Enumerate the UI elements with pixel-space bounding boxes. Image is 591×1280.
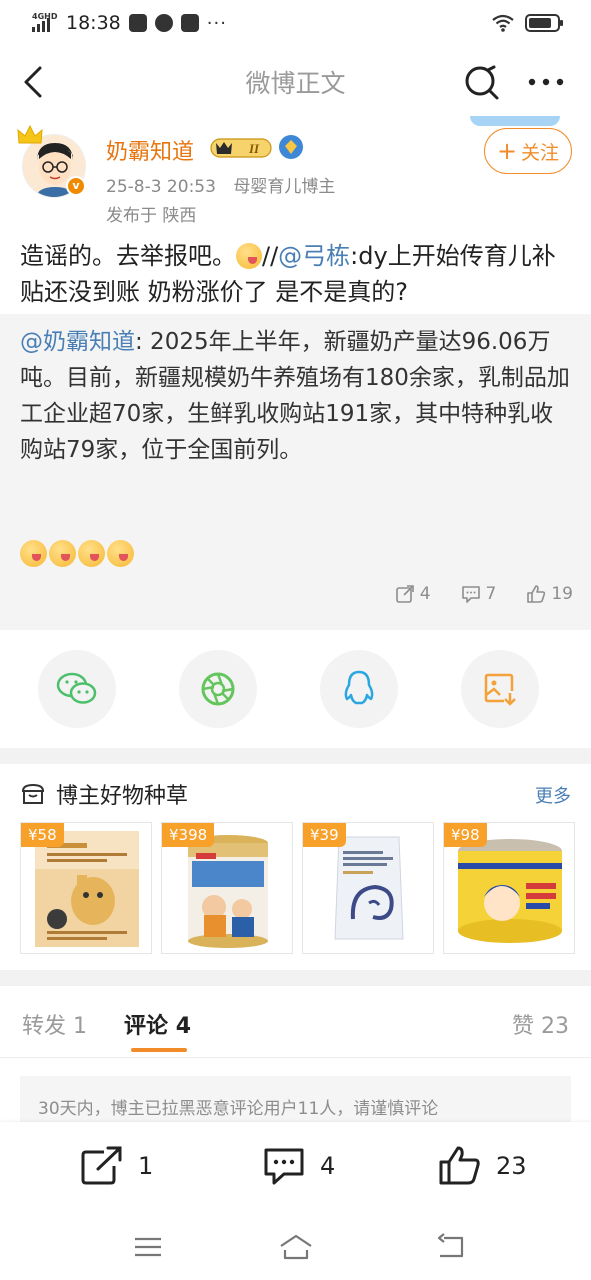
tab-likes[interactable]: 赞 23	[512, 1008, 569, 1040]
comment-tabs: 转发 1 评论 4 赞 23	[0, 986, 591, 1058]
video-notification-icon	[180, 14, 199, 32]
post-time: 25-8-3 20:53	[106, 177, 216, 197]
save-image-button[interactable]	[461, 650, 539, 728]
like-button[interactable]: 23	[438, 1146, 527, 1186]
quoted-post-text: @奶霸知道: 2025年上半年，新疆奶产量达96.06万吨。目前，新疆规模奶牛养…	[20, 329, 570, 463]
drool-emoji-icon	[20, 540, 47, 567]
quoted-comment-stat[interactable]: 7	[461, 584, 496, 604]
section-divider	[0, 970, 591, 986]
post-meta: 25-8-3 20:53 母婴育儿博主	[106, 172, 347, 197]
svg-text:II: II	[248, 141, 260, 156]
drool-emoji-icon	[107, 540, 134, 567]
app-notification-icon	[154, 14, 173, 32]
moments-icon	[201, 672, 235, 706]
quoted-share-stat[interactable]: 4	[395, 584, 431, 604]
quoted-post[interactable]: @奶霸知道: 2025年上半年，新疆奶产量达96.06万吨。目前，新疆规模奶牛养…	[0, 314, 591, 630]
comment-icon	[461, 586, 480, 603]
share-qq-button[interactable]	[320, 650, 398, 728]
search-icon[interactable]	[462, 62, 502, 102]
drool-emoji-icon	[78, 540, 105, 567]
post-location: 发布于 陕西	[106, 206, 197, 226]
section-divider	[0, 748, 591, 764]
product-card[interactable]: ¥98	[443, 822, 575, 954]
more-notifications: ···	[206, 12, 227, 34]
comment-button[interactable]: 4	[262, 1146, 335, 1186]
bottom-action-bar: 1 4 23	[0, 1122, 591, 1216]
author-category: 母婴育儿博主	[233, 177, 336, 197]
quoted-like-stat[interactable]: 19	[526, 584, 573, 604]
post-text: 造谣的。去举报吧。//@弓栋:dy上开始传育儿补贴还没到账 奶粉涨价了 是不是真…	[20, 242, 556, 306]
share-row	[0, 630, 591, 748]
more-icon[interactable]	[526, 72, 566, 92]
battery-icon	[525, 14, 563, 32]
wifi-icon	[492, 14, 514, 32]
plus-icon: +	[496, 137, 518, 165]
back-icon[interactable]	[434, 1232, 468, 1262]
vip-diamond-icon	[279, 135, 303, 159]
goods-more-link[interactable]: 更多	[535, 782, 571, 808]
product-card[interactable]: ¥39	[302, 822, 434, 954]
tab-repost[interactable]: 转发 1	[22, 1008, 87, 1040]
author-header: v 奶霸知道 II + 关注 25-8-3 20:53 母婴育儿博主 发布于 陕…	[0, 124, 591, 226]
system-nav-bar	[0, 1216, 591, 1280]
author-avatar[interactable]: v	[17, 124, 90, 198]
home-icon[interactable]	[278, 1232, 314, 1262]
product-price: ¥58	[21, 823, 64, 847]
quoted-post-stats: 4 7 19	[395, 584, 573, 604]
product-card[interactable]: ¥58	[20, 822, 152, 954]
follow-button[interactable]: + 关注	[484, 128, 572, 174]
wechat-icon	[56, 672, 97, 704]
back-arrow-icon[interactable]	[16, 62, 52, 102]
product-price: ¥398	[162, 823, 215, 847]
comment-icon	[264, 1148, 304, 1185]
nav-bar: 微博正文	[0, 46, 591, 118]
drool-emoji-icon	[236, 243, 262, 269]
qq-icon	[344, 670, 374, 705]
thumbs-up-icon	[527, 585, 546, 603]
drool-emoji-icon	[49, 540, 76, 567]
status-bar: 4GHD 18:38 ···	[0, 0, 591, 46]
page-title: 微博正文	[245, 69, 346, 98]
app-notification-icon	[128, 14, 147, 32]
product-price: ¥98	[444, 823, 487, 847]
active-tab-indicator	[131, 1048, 187, 1052]
emoji-row	[20, 540, 134, 567]
crown-icon	[17, 124, 43, 144]
author-name[interactable]: 奶霸知道	[106, 134, 194, 166]
save-image-icon	[484, 673, 516, 706]
signal-icon: 4GHD	[30, 12, 58, 34]
member-level-badge-icon[interactable]: II	[210, 136, 272, 160]
share-icon	[395, 585, 414, 603]
mention-link[interactable]: @弓栋	[278, 242, 350, 270]
goods-list: ¥58 ¥398 ¥39 ¥98	[20, 822, 575, 954]
thumbs-up-icon	[439, 1146, 480, 1185]
goods-section: 博主好物种草 更多 ¥58 ¥398 ¥39 ¥98	[0, 764, 591, 970]
share-icon	[81, 1146, 122, 1185]
clock: 18:38	[66, 12, 121, 34]
product-card[interactable]: ¥398	[161, 822, 293, 954]
repost-button[interactable]: 1	[80, 1146, 153, 1186]
shop-icon	[21, 783, 45, 804]
goods-header: 博主好物种草	[20, 778, 188, 810]
share-moments-button[interactable]	[179, 650, 257, 728]
verified-badge-icon: v	[66, 176, 86, 196]
goods-title: 博主好物种草	[56, 784, 189, 809]
product-price: ¥39	[303, 823, 346, 847]
mention-link[interactable]: @奶霸知道	[20, 329, 135, 355]
floating-button-edge	[470, 116, 560, 126]
share-wechat-button[interactable]	[38, 650, 116, 728]
menu-icon[interactable]	[131, 1232, 165, 1262]
tab-comments[interactable]: 评论 4	[124, 1008, 191, 1040]
